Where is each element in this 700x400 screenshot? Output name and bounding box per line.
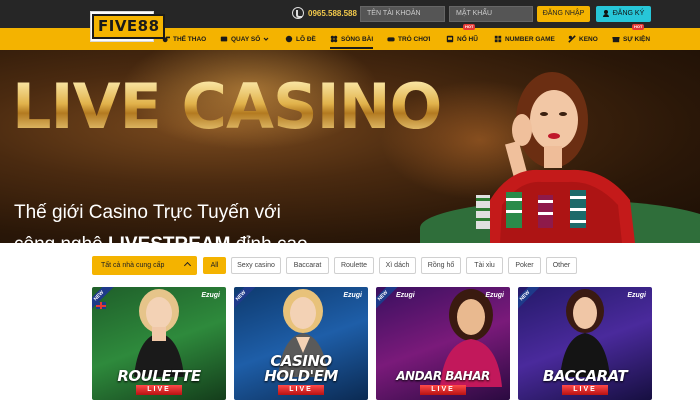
password-input[interactable]: MẬT KHẨU bbox=[449, 6, 533, 22]
live-badge: LIVE bbox=[420, 385, 466, 395]
hotline-number: 0965.588.588 bbox=[308, 8, 357, 18]
filter-chip-xi-dach[interactable]: Xì dách bbox=[379, 257, 416, 274]
nav-label: LÔ ĐỀ bbox=[296, 35, 316, 43]
game-title: BACCARAT bbox=[542, 367, 628, 385]
provider-logo: Ezugi bbox=[201, 292, 220, 299]
new-ribbon: NEW bbox=[376, 287, 398, 311]
live-badge: LIVE bbox=[562, 385, 608, 395]
filter-chip-tai-xiu[interactable]: Tài xỉu bbox=[466, 257, 503, 274]
filter-chip-poker[interactable]: Poker bbox=[508, 257, 541, 274]
phone-icon bbox=[292, 7, 304, 19]
nav-item-keno[interactable]: KENO bbox=[568, 28, 598, 50]
dealer-image bbox=[476, 72, 635, 243]
game-card-andar-bahar[interactable]: NEW Ezugi Ezugi ANDAR BAHAR LIVE bbox=[376, 287, 510, 400]
banner-headline: LIVE CASINO bbox=[12, 70, 442, 143]
new-ribbon: NEW bbox=[518, 287, 540, 311]
tagline-suffix: đỉnh cao bbox=[230, 234, 308, 243]
hero-banner[interactable]: LIVE CASINO Thế giới Casino Trực Tuyến v… bbox=[0, 50, 700, 243]
casino-icon bbox=[330, 35, 338, 43]
provider-logo: Ezugi bbox=[485, 292, 504, 299]
live-badge: LIVE bbox=[278, 385, 324, 395]
game-card-baccarat[interactable]: NEW Ezugi BACCARAT LIVE bbox=[518, 287, 652, 400]
dealer-image bbox=[134, 289, 184, 377]
nav-label: THỂ THAO bbox=[173, 35, 207, 43]
provider-label: Tất cả nhà cung cấp bbox=[101, 262, 165, 269]
nav-label: KENO bbox=[579, 35, 598, 43]
register-button[interactable]: ĐĂNG KÝ bbox=[596, 6, 651, 22]
game-card-roulette[interactable]: NEW Ezugi ROULETTE LIVE bbox=[92, 287, 226, 400]
gamepad-icon bbox=[387, 37, 395, 42]
keno-icon bbox=[568, 35, 576, 43]
nav-label: SÒNG BÀI bbox=[341, 35, 374, 43]
filter-chip-baccarat[interactable]: Baccarat bbox=[286, 257, 329, 274]
tagline-bold: LIVESTREAM bbox=[108, 234, 230, 243]
nav-item-slots[interactable]: NỔ HŨ HOT bbox=[446, 24, 478, 50]
nav-label: TRÒ CHƠI bbox=[398, 35, 431, 43]
username-input[interactable]: TÊN TÀI KHOẢN bbox=[360, 6, 445, 22]
nav-label: NỔ HŨ bbox=[457, 35, 478, 43]
banner-tagline-1: Thế giới Casino Trực Tuyến với bbox=[14, 202, 281, 223]
lottery-icon bbox=[220, 36, 228, 42]
nav-label: SỰ KIỆN bbox=[623, 35, 651, 43]
login-button[interactable]: ĐĂNG NHẬP bbox=[537, 6, 590, 22]
game-filters: Tất cả nhà cung cấp All Sexy casino Bacc… bbox=[0, 256, 700, 276]
gift-icon bbox=[612, 37, 620, 43]
nav-item-number-game[interactable]: NUMBER GAME bbox=[494, 28, 555, 50]
nav-label: NUMBER GAME bbox=[505, 35, 555, 43]
logo-text: FIVE88 bbox=[92, 13, 165, 39]
provider-select[interactable]: Tất cả nhà cung cấp bbox=[92, 256, 197, 275]
provider-logo: Ezugi bbox=[343, 292, 362, 299]
hot-badge: HOT bbox=[463, 24, 476, 30]
tagline-prefix: công nghệ bbox=[14, 234, 108, 243]
nav-item-games[interactable]: TRÒ CHƠI bbox=[387, 28, 430, 50]
nav-item-sports[interactable]: THỂ THAO bbox=[162, 28, 206, 50]
filter-chip-rong-ho[interactable]: Rồng hổ bbox=[421, 257, 461, 274]
game-title: ANDAR BAHAR bbox=[396, 369, 490, 383]
nav-label: QUAY SỐ bbox=[231, 35, 261, 43]
game-title: CASINO HOLD'EM bbox=[264, 352, 338, 385]
filter-chip-all[interactable]: All bbox=[203, 257, 226, 274]
new-ribbon: NEW bbox=[234, 287, 256, 311]
nav-item-lode[interactable]: LÔ ĐỀ bbox=[285, 28, 316, 50]
hotline[interactable]: 0965.588.588 bbox=[292, 7, 357, 19]
filter-chip-roulette[interactable]: Roulette bbox=[334, 257, 374, 274]
register-label: ĐĂNG KÝ bbox=[612, 10, 645, 17]
filter-chip-sexy-casino[interactable]: Sexy casino bbox=[231, 257, 281, 274]
game-card-casino-holdem[interactable]: NEW Ezugi CASINO HOLD'EM LIVE bbox=[234, 287, 368, 400]
user-icon bbox=[602, 10, 610, 18]
provider-logo-left: Ezugi bbox=[396, 292, 415, 299]
site-logo[interactable]: FIVE88 bbox=[92, 11, 165, 41]
ball-icon bbox=[285, 35, 293, 43]
filter-chip-other[interactable]: Other bbox=[546, 257, 577, 274]
game-title: ROULETTE bbox=[117, 367, 201, 385]
live-badge: LIVE bbox=[136, 385, 182, 395]
slot-icon bbox=[446, 35, 454, 43]
dealer-image bbox=[560, 289, 610, 377]
nav-item-events[interactable]: SỰ KIỆN HOT bbox=[612, 24, 651, 50]
nav-item-lottery[interactable]: QUAY SỐ bbox=[220, 28, 269, 50]
provider-logo: Ezugi bbox=[627, 292, 646, 299]
nav-item-casino[interactable]: SÒNG BÀI bbox=[330, 28, 374, 50]
number-icon bbox=[494, 35, 502, 43]
chevron-down-icon bbox=[263, 37, 269, 41]
chevron-up-icon bbox=[183, 261, 192, 270]
hot-badge: HOT bbox=[632, 24, 645, 30]
banner-tagline-2: công nghệ LIVESTREAM đỉnh cao bbox=[14, 234, 308, 243]
uk-flag-icon bbox=[96, 302, 106, 309]
